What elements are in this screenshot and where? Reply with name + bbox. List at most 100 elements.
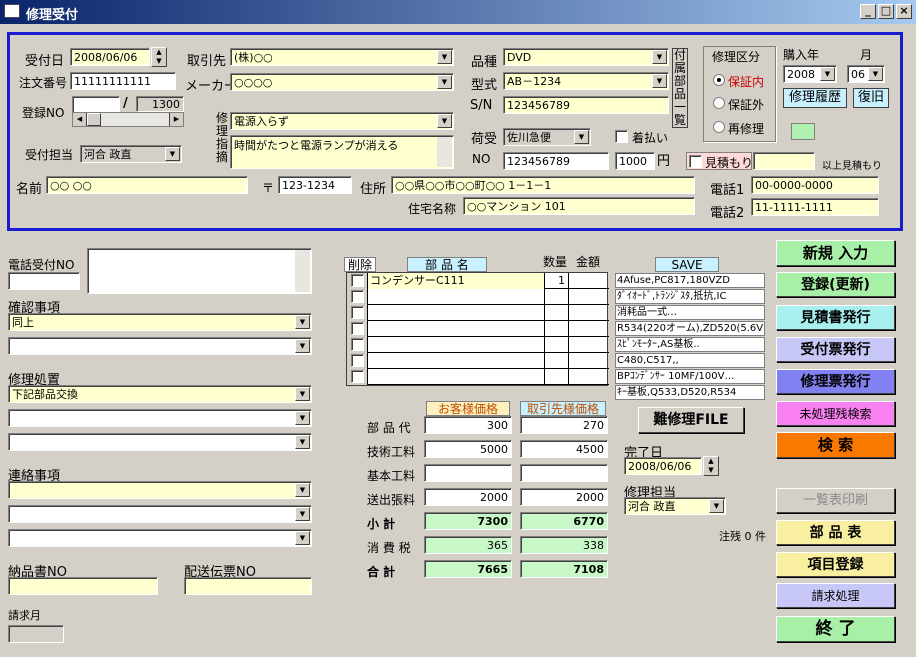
repair-staff-select[interactable]: 河合 政直 ▼ [624, 497, 726, 515]
contact-select-1[interactable]: ▼ [8, 481, 312, 499]
estimate-issue-button[interactable]: 見積書発行 [776, 305, 895, 330]
part-name-cell[interactable] [367, 321, 544, 337]
chevron-down-icon[interactable]: ▼ [437, 75, 452, 89]
part-name-cell[interactable] [367, 353, 544, 369]
contact-select-3[interactable]: ▼ [8, 529, 312, 547]
scroll-thumb[interactable] [87, 113, 101, 126]
customer-select[interactable]: (株)○○ ▼ [230, 48, 454, 66]
chevron-down-icon[interactable]: ▼ [437, 50, 452, 64]
table-row[interactable] [347, 305, 609, 321]
action-select-3[interactable]: ▼ [8, 433, 312, 451]
cost-trip-dealer[interactable]: 2000 [520, 488, 608, 506]
list-print-button[interactable]: 一覧表印刷 [776, 488, 895, 513]
delete-checkbox[interactable] [351, 274, 364, 287]
chevron-down-icon[interactable]: ▼ [709, 499, 724, 513]
chevron-down-icon[interactable]: ▼ [652, 74, 667, 88]
phone-memo-scrollbar[interactable] [295, 250, 310, 292]
maximize-button[interactable]: □ [878, 4, 894, 19]
chevron-down-icon[interactable]: ▼ [295, 483, 310, 497]
class-radio-warranty[interactable] [713, 74, 725, 86]
save-item[interactable]: 4Afuse,PC817,180VZD [615, 273, 765, 288]
qty-cell[interactable] [544, 321, 568, 337]
done-date-spinner[interactable]: ▲ ▼ [703, 456, 719, 476]
parts-grid[interactable]: コンデンサーC111 1 [346, 272, 609, 386]
price-cell[interactable] [568, 305, 609, 321]
maker-select[interactable]: ○○○○ ▼ [230, 73, 454, 91]
pending-search-button[interactable]: 未処理残検索 [776, 401, 895, 426]
delete-checkbox[interactable] [351, 290, 364, 303]
part-name-cell[interactable] [367, 369, 544, 385]
table-row[interactable] [347, 289, 609, 305]
chevron-down-icon[interactable]: ▼ [295, 315, 310, 329]
price-cell[interactable] [568, 369, 609, 385]
part-name-cell[interactable] [367, 337, 544, 353]
cost-trip-customer[interactable]: 2000 [424, 488, 512, 506]
scroll-right-icon[interactable]: ▶ [169, 113, 183, 126]
purchase-month-select[interactable]: 06 ▼ [847, 65, 885, 83]
cod-checkbox[interactable] [615, 130, 628, 143]
chevron-down-icon[interactable]: ▼ [295, 507, 310, 521]
qty-cell[interactable] [544, 305, 568, 321]
reg-scrollbar[interactable]: ◀ ▶ [72, 112, 184, 127]
cost-parts-dealer[interactable]: 270 [520, 416, 608, 434]
exit-button[interactable]: 終 了 [776, 616, 895, 642]
register-button[interactable]: 登録(更新) [776, 272, 895, 297]
chevron-down-icon[interactable]: ▼ [295, 435, 310, 449]
repair-history-button[interactable]: 修理履歴 [783, 88, 847, 108]
staff-select[interactable]: 河合 政直 ▼ [80, 145, 182, 163]
parts-list-button[interactable]: 付属部品一覧 [672, 48, 688, 128]
zip-field[interactable]: 123-1234 [278, 176, 352, 194]
repair-type-select[interactable]: 電源入らず ▼ [230, 112, 454, 130]
building-field[interactable]: ○○マンション 101 [463, 197, 695, 215]
purchase-year-select[interactable]: 2008 ▼ [783, 65, 837, 83]
delete-checkbox[interactable] [351, 306, 364, 319]
contact-select-2[interactable]: ▼ [8, 505, 312, 523]
save-item[interactable]: ｽﾋﾟﾝﾓｰﾀｰ,AS基板.. [615, 337, 765, 352]
done-date-field[interactable]: 2008/06/06 [624, 457, 702, 475]
table-row[interactable]: コンデンサーC111 1 [347, 273, 609, 289]
save-item[interactable]: C480,C517,, [615, 353, 765, 368]
confirm-select-2[interactable]: ▼ [8, 337, 312, 355]
table-row[interactable] [347, 369, 609, 385]
cost-tech-customer[interactable]: 5000 [424, 440, 512, 458]
cost-basic-customer[interactable] [424, 464, 512, 482]
confirm-select-1[interactable]: 同上 ▼ [8, 313, 312, 331]
item-register-button[interactable]: 項目登録 [776, 552, 895, 577]
action-select-2[interactable]: ▼ [8, 409, 312, 427]
search-button[interactable]: 検 索 [776, 432, 895, 458]
chevron-down-icon[interactable]: ▼ [295, 531, 310, 545]
close-button[interactable]: × [896, 4, 912, 19]
save-item[interactable]: 消耗品一式… [615, 305, 765, 320]
chevron-down-icon[interactable]: ▼ [295, 411, 310, 425]
order-no-field[interactable]: 11111111111 [70, 72, 176, 90]
delete-checkbox[interactable] [351, 338, 364, 351]
tel1-field[interactable]: 00-0000-0000 [751, 176, 879, 194]
serial-field[interactable]: 123456789 [503, 96, 669, 114]
chevron-down-icon[interactable]: ▼ [574, 130, 589, 144]
repair-note-field[interactable]: 時間がたつと電源ランプが消える [230, 135, 454, 169]
receipt-issue-button[interactable]: 受付票発行 [776, 337, 895, 362]
qty-cell[interactable] [544, 337, 568, 353]
price-cell[interactable] [568, 273, 609, 289]
phone-no-field[interactable] [8, 272, 80, 290]
ship-select[interactable]: 佐川急便 ▼ [503, 128, 591, 146]
part-name-cell[interactable] [367, 289, 544, 305]
tel2-field[interactable]: 11-1111-1111 [751, 198, 879, 216]
qty-cell[interactable] [544, 369, 568, 385]
parts-table-button[interactable]: 部 品 表 [776, 520, 895, 545]
chevron-down-icon[interactable]: ▼ [295, 339, 310, 353]
repair-slip-button[interactable]: 修理票発行 [776, 369, 895, 394]
chevron-down-icon[interactable]: ▼ [295, 387, 310, 401]
part-name-cell[interactable]: コンデンサーC111 [367, 273, 544, 289]
cost-tech-dealer[interactable]: 4500 [520, 440, 608, 458]
class-radio-nonwarranty[interactable] [713, 97, 725, 109]
chevron-down-icon[interactable]: ▼ [820, 67, 835, 81]
delivery-field[interactable] [8, 577, 158, 595]
scroll-left-icon[interactable]: ◀ [73, 113, 87, 126]
repair-note-scrollbar[interactable] [437, 137, 452, 167]
new-entry-button[interactable]: 新規 入力 [776, 240, 895, 266]
table-row[interactable] [347, 337, 609, 353]
qty-cell[interactable] [544, 353, 568, 369]
price-cell[interactable] [568, 289, 609, 305]
product-select[interactable]: DVD ▼ [503, 48, 669, 66]
